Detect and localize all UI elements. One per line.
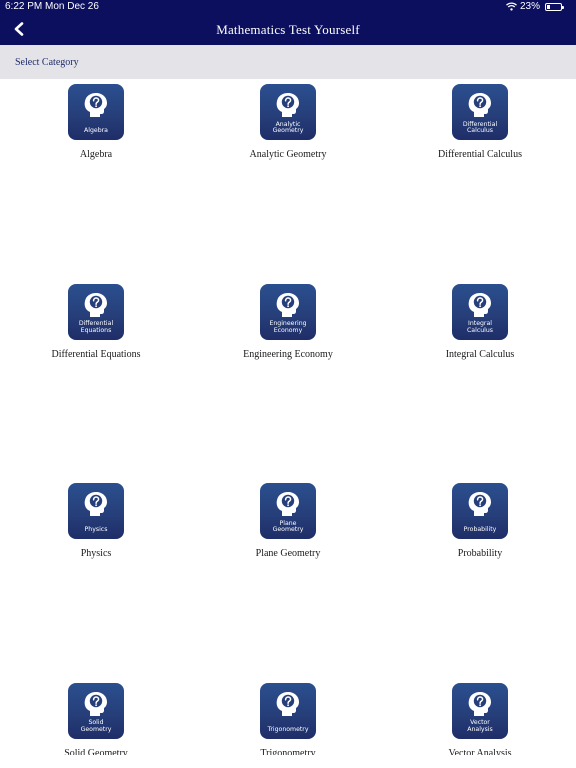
category-name: Integral Calculus <box>445 348 515 360</box>
category-item[interactable]: Trigonometry Trigonometry <box>192 678 384 756</box>
category-item[interactable]: Integral Calculus Integral Calculus <box>384 279 576 389</box>
category-name: Physics <box>80 548 112 559</box>
brain-head-icon <box>468 492 491 516</box>
brain-head-icon <box>276 292 299 317</box>
battery-fill <box>547 4 550 9</box>
category-grid: Algebra Algebra Analytic Geometry Analyt… <box>0 79 576 755</box>
category-tile[interactable]: Differential Equations <box>68 283 124 340</box>
category-tile[interactable]: Vector Analysis <box>452 682 508 739</box>
tile-label: Integral Calculus <box>466 320 494 334</box>
category-name: Algebra <box>79 149 113 160</box>
category-item[interactable]: Differential Calculus Differential Calcu… <box>384 79 576 189</box>
tile-label: Differential Calculus <box>462 120 498 135</box>
category-name: Differential Equations <box>51 348 141 360</box>
category-name: Solid Geometry <box>64 747 128 756</box>
category-item[interactable]: Physics Physics <box>0 478 192 588</box>
status-right: 23% <box>506 1 564 12</box>
category-item[interactable]: Differential Equations Differential Equa… <box>0 279 192 389</box>
tile-label: Algebra <box>84 127 108 135</box>
category-item[interactable]: Plane Geometry Plane Geometry <box>192 478 384 588</box>
category-tile[interactable]: Solid Geometry <box>68 682 124 739</box>
category-header-label: Select Category <box>15 57 79 68</box>
category-item[interactable]: Analytic Geometry Analytic Geometry <box>192 79 384 189</box>
battery-percent: 23% <box>519 1 540 12</box>
tile-label: Vector Analysis <box>467 719 493 733</box>
wifi-icon <box>506 2 517 11</box>
category-tile[interactable]: Differential Calculus <box>452 84 508 140</box>
tile-label: Analytic Geometry <box>272 120 304 135</box>
tile-label: Trigonometry <box>267 725 309 733</box>
brain-head-icon <box>84 93 107 117</box>
nav-bar: Mathematics Test Yourself <box>0 14 576 45</box>
brain-head-icon <box>468 691 491 716</box>
category-tile[interactable]: Engineering Economy <box>260 283 316 340</box>
category-name: Trigonometry <box>260 747 316 756</box>
tile-label: Engineering Economy <box>269 320 307 334</box>
brain-head-icon <box>468 292 491 317</box>
battery-icon <box>545 2 564 11</box>
status-bar: 6:22 PM Mon Dec 26 23% <box>0 0 576 14</box>
brain-head-icon <box>84 492 107 516</box>
category-tile[interactable]: Analytic Geometry <box>260 84 316 140</box>
tile-label: Differential Equations <box>78 320 114 334</box>
category-tile[interactable]: Probability <box>452 483 508 539</box>
tile-label: Solid Geometry <box>80 719 112 733</box>
category-item[interactable]: Solid Geometry Solid Geometry <box>0 678 192 756</box>
category-tile[interactable]: Physics <box>68 483 124 539</box>
tile-label: Physics <box>84 526 108 534</box>
category-item[interactable]: Probability Probability <box>384 478 576 588</box>
category-name: Plane Geometry <box>255 548 321 559</box>
category-item[interactable]: Engineering Economy Engineering Economy <box>192 279 384 389</box>
status-date: Mon Dec 26 <box>45 1 99 12</box>
page-title: Mathematics Test Yourself <box>216 22 360 37</box>
tile-label: Plane Geometry <box>272 519 304 534</box>
category-item[interactable]: Algebra Algebra <box>0 79 192 189</box>
brain-head-icon <box>84 292 107 317</box>
category-item[interactable]: Vector Analysis Vector Analysis <box>384 678 576 756</box>
category-name: Vector Analysis <box>448 747 512 756</box>
category-tile[interactable]: Plane Geometry <box>260 483 316 539</box>
category-tile[interactable]: Integral Calculus <box>452 283 508 340</box>
category-name: Analytic Geometry <box>249 149 327 160</box>
brain-head-icon <box>276 492 299 516</box>
category-header: Select Category <box>0 45 576 79</box>
brain-head-icon <box>468 93 491 117</box>
brain-head-icon <box>276 691 299 716</box>
category-tile[interactable]: Algebra <box>68 84 124 140</box>
category-tile[interactable]: Trigonometry <box>260 682 316 739</box>
category-name: Probability <box>457 548 503 559</box>
status-time: 6:22 PM <box>5 1 43 12</box>
category-name: Engineering Economy <box>243 348 333 360</box>
category-name: Differential Calculus <box>438 149 522 160</box>
brain-head-icon <box>84 691 107 716</box>
tile-label: Probability <box>463 526 497 534</box>
brain-head-icon <box>276 93 299 117</box>
